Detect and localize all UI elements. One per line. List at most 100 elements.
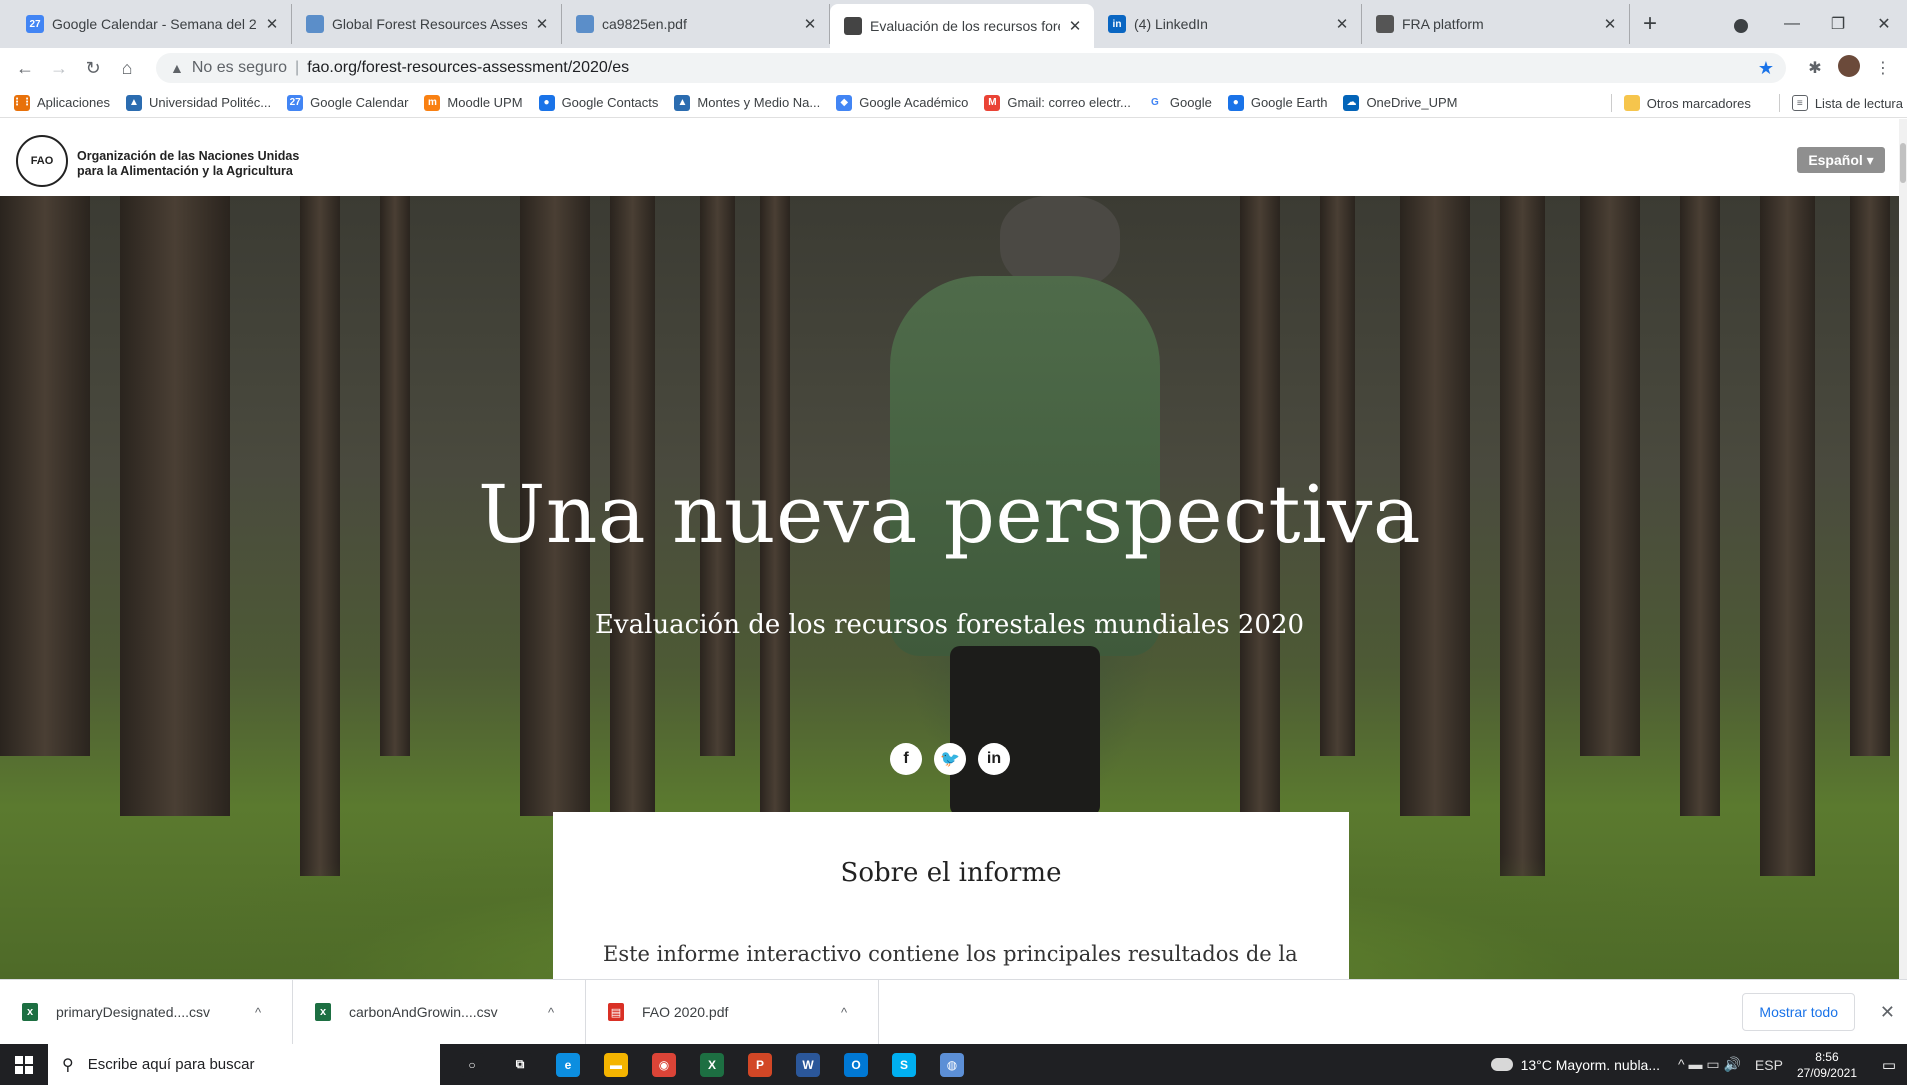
taskbar-app-earth[interactable]: ◍ — [928, 1044, 976, 1085]
bookmark-9[interactable]: G Google — [1146, 94, 1212, 111]
address-bar[interactable]: ▲ No es seguro | fao.org/forest-resource… — [156, 53, 1786, 83]
bookmark-2[interactable]: ▲ Universidad Politéc... — [126, 94, 271, 111]
input-language[interactable]: ESP — [1755, 1057, 1783, 1073]
warning-triangle-icon[interactable]: ▲ — [170, 60, 184, 76]
close-tab-icon[interactable]: ✕ — [263, 15, 281, 33]
tab-3[interactable]: ca9825en.pdf ✕ — [562, 4, 830, 44]
bookmark-3[interactable]: 27 Google Calendar — [287, 94, 408, 111]
download-item[interactable]: x carbonAndGrowin....csv ^ — [293, 979, 586, 1045]
bookmark-1[interactable]: ⋮⋮ Aplicaciones — [12, 94, 110, 111]
page-scrollbar[interactable] — [1899, 119, 1907, 979]
taskbar-app-skype[interactable]: S — [880, 1044, 928, 1085]
weather-widget[interactable]: 13°C Mayorm. nubla... — [1490, 1057, 1660, 1073]
tab-4[interactable]: Evaluación de los recursos forest ✕ — [830, 4, 1094, 48]
org-name[interactable]: Organización de las Naciones Unidas para… — [77, 149, 299, 179]
taskbar-app-chrome[interactable]: ◉ — [640, 1044, 688, 1085]
taskbar-search-box[interactable]: ⚲ Escribe aquí para buscar — [48, 1044, 440, 1085]
globe-icon — [306, 15, 324, 33]
forward-arrow-icon[interactable]: → — [42, 58, 76, 79]
download-item[interactable]: x primaryDesignated....csv ^ — [0, 979, 293, 1045]
profile-indicator-icon[interactable] — [1734, 19, 1748, 33]
outlook-icon: O — [844, 1052, 868, 1077]
windows-taskbar: ⚲ Escribe aquí para buscar ○ ⧉ e ▬ ◉ X P W O S ◍ 1… — [0, 1044, 1907, 1085]
scrollbar-thumb[interactable] — [1900, 143, 1906, 183]
chevron-up-icon[interactable]: ^ — [246, 1005, 270, 1020]
bookmark-label: Lista de lectura — [1814, 95, 1903, 111]
bookmark-6[interactable]: ▲ Montes y Medio Na... — [674, 94, 820, 111]
facebook-icon[interactable]: f — [890, 743, 922, 775]
org-name-line-2: para la Alimentación y la Agricultura — [77, 164, 293, 178]
tab-5[interactable]: in (4) LinkedIn ✕ — [1094, 4, 1362, 44]
close-tab-icon[interactable]: ✕ — [1066, 17, 1084, 35]
close-tab-icon[interactable]: ✕ — [801, 15, 819, 33]
bookmark-7[interactable]: ◆ Google Académico — [836, 94, 968, 111]
taskbar-app-word[interactable]: W — [784, 1044, 832, 1085]
bookmark-5[interactable]: ● Google Contacts — [538, 94, 658, 111]
security-status-text[interactable]: No es seguro — [192, 59, 287, 77]
twitter-icon[interactable]: 🐦 — [934, 743, 966, 775]
download-filename: carbonAndGrowin....csv — [349, 1004, 498, 1020]
earth-icon: ● — [1227, 94, 1244, 111]
close-window-icon[interactable]: ✕ — [1861, 14, 1907, 34]
upm-icon: ▲ — [126, 94, 142, 111]
tray-icons[interactable]: ^ ▬ ▭ 🔊 — [1678, 1056, 1741, 1073]
folder-icon — [1623, 95, 1640, 111]
moodle-icon: m — [424, 94, 441, 111]
fao-logo[interactable]: FAO — [16, 135, 68, 187]
close-tab-icon[interactable]: ✕ — [1333, 15, 1351, 33]
close-tab-icon[interactable]: ✕ — [1601, 15, 1619, 33]
back-arrow-icon[interactable]: ← — [8, 58, 42, 79]
tab-2[interactable]: Global Forest Resources Assessm ✕ — [292, 4, 562, 44]
child-jacket — [890, 276, 1160, 656]
taskbar-app-task-view[interactable]: ⧉ — [496, 1044, 544, 1085]
earth-icon: ◍ — [940, 1052, 964, 1077]
bookmark-star-icon[interactable]: ★ — [1758, 58, 1774, 79]
download-item[interactable]: ▤ FAO 2020.pdf ^ — [586, 979, 879, 1045]
file-explorer-icon: ▬ — [604, 1052, 628, 1077]
profile-avatar[interactable] — [1832, 54, 1866, 82]
taskbar-app-cortana[interactable]: ○ — [448, 1044, 496, 1085]
bookmark-11[interactable]: ☁ OneDrive_UPM — [1343, 94, 1458, 111]
clock[interactable]: 8:56 27/09/2021 — [1797, 1049, 1857, 1081]
chevron-up-icon[interactable]: ^ — [539, 1005, 563, 1020]
taskbar-app-powerpoint[interactable]: P — [736, 1044, 784, 1085]
excel-file-icon: x — [22, 1003, 38, 1021]
new-tab-button[interactable]: + — [1630, 4, 1670, 44]
minimize-icon[interactable]: — — [1769, 15, 1815, 33]
taskbar-app-excel[interactable]: X — [688, 1044, 736, 1085]
bookmark-10[interactable]: ● Google Earth — [1227, 94, 1327, 111]
url-text[interactable]: fao.org/forest-resources-assessment/2020… — [307, 59, 629, 77]
calendar-icon: 27 — [26, 15, 44, 33]
browser-toolbar: ← → ↻ ⌂ ▲ No es seguro | fao.org/forest-… — [0, 48, 1907, 88]
bookmark-8[interactable]: M Gmail: correo electr... — [984, 94, 1131, 111]
reload-icon[interactable]: ↻ — [76, 58, 110, 79]
language-selector-button[interactable]: Español ▾ — [1797, 147, 1885, 173]
chevron-up-icon[interactable]: ^ — [832, 1005, 856, 1020]
bookmark-4[interactable]: m Moodle UPM — [424, 94, 523, 111]
linkedin-icon[interactable]: in — [978, 743, 1010, 775]
tab-1[interactable]: 27 Google Calendar - Semana del 2 ✕ — [12, 4, 292, 44]
home-icon[interactable]: ⌂ — [110, 58, 144, 79]
hero-section: Una nueva perspectiva Evaluación de los … — [0, 196, 1899, 979]
org-name-line-1: Organización de las Naciones Unidas — [77, 149, 300, 163]
tab-6[interactable]: FRA platform ✕ — [1362, 4, 1630, 44]
tab-strip: 27 Google Calendar - Semana del 2 ✕ Global … — [0, 0, 1907, 48]
bookmark-label: Moodle UPM — [447, 95, 523, 110]
notifications-icon[interactable]: ▭ — [1871, 1044, 1907, 1085]
clock-time: 8:56 — [1815, 1049, 1839, 1064]
restore-icon[interactable]: ❐ — [1815, 14, 1861, 34]
bookmark-other[interactable]: Otros marcadores — [1623, 95, 1751, 111]
show-all-downloads-button[interactable]: Mostrar todo — [1742, 993, 1855, 1031]
bookmark-reading-list[interactable]: ≡ Lista de lectura — [1791, 95, 1903, 111]
start-button[interactable] — [0, 1044, 48, 1085]
card-title: Sobre el informe — [840, 858, 1062, 888]
taskbar-app-edge[interactable]: e — [544, 1044, 592, 1085]
close-downloads-icon[interactable]: ✕ — [1880, 1002, 1895, 1023]
bookmark-label: OneDrive_UPM — [1366, 95, 1458, 110]
close-tab-icon[interactable]: ✕ — [533, 15, 551, 33]
taskbar-app-outlook[interactable]: O — [832, 1044, 880, 1085]
browser-menu-icon[interactable]: ⋮ — [1866, 58, 1900, 78]
reading-list-icon: ≡ — [1791, 95, 1808, 111]
extensions-puzzle-icon[interactable]: ✱ — [1798, 58, 1832, 78]
taskbar-app-explorer[interactable]: ▬ — [592, 1044, 640, 1085]
